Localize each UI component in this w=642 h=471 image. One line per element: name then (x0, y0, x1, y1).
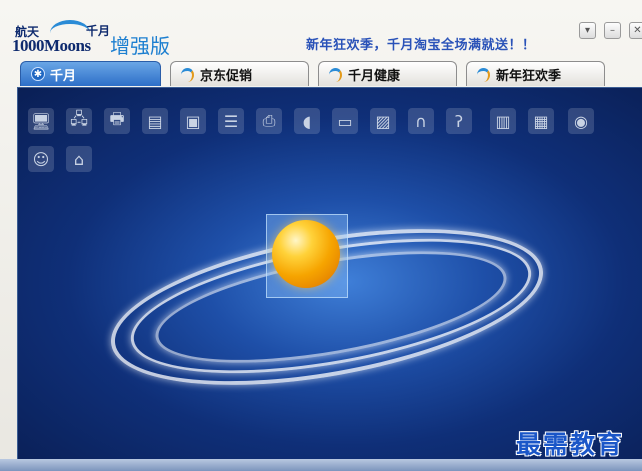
headset-icon[interactable]: ʔ (446, 108, 472, 134)
tab-qianyue[interactable]: ✱ 千月 (20, 61, 161, 86)
network-share-icon[interactable]: 🖧 (66, 108, 92, 134)
mouse-icon[interactable]: ◖ (294, 108, 320, 134)
menu-icon: ▾ (584, 25, 591, 36)
user-icon[interactable]: ☺ (28, 146, 54, 172)
network-computer-icon[interactable]: 🖥 (28, 108, 54, 134)
app-logo: 航天 千月 1000Moons 增强版 (12, 20, 172, 58)
close-button[interactable]: ✕ (629, 22, 642, 39)
swirl-icon (181, 67, 195, 82)
close-icon: ✕ (633, 25, 642, 36)
swirl-icon (477, 67, 491, 82)
device-icon[interactable]: ▣ (180, 108, 206, 134)
bluetooth-icon: ✱ (31, 67, 45, 81)
minimize-button[interactable]: – (604, 22, 621, 39)
main-panel: 🖥 🖧 🖶 ▤ ▣ ☰ ⎙ ◖ ▭ ▨ ∩ ʔ ▥ ▦ ◉ ☺ ⌂ (17, 87, 642, 461)
scanner-icon[interactable]: ▭ (332, 108, 358, 134)
file-icon[interactable]: ▥ (490, 108, 516, 134)
tab-label: 新年狂欢季 (496, 68, 562, 84)
tab-qianyue-health[interactable]: 千月健康 (318, 61, 457, 86)
watermark-text: 最需教育 (516, 430, 625, 459)
tab-jd-promo[interactable]: 京东促销 (170, 61, 309, 86)
network-printer-icon[interactable]: ⌂ (66, 146, 92, 172)
promo-banner[interactable]: 新年狂欢季，千月淘宝全场满就送！！ (306, 34, 536, 53)
orb-icon[interactable] (272, 220, 340, 288)
app-window: 航天 千月 1000Moons 增强版 新年狂欢季，千月淘宝全场满就送！！ ▾ … (0, 0, 642, 471)
tab-label: 千月 (50, 68, 77, 84)
logo-brand-text: 1000Moons (12, 36, 91, 55)
swirl-icon (329, 67, 343, 82)
folder-icon[interactable]: ▤ (142, 108, 168, 134)
file-share-icon[interactable]: ▦ (528, 108, 554, 134)
tab-new-year[interactable]: 新年狂欢季 (466, 61, 605, 86)
headphones-icon[interactable]: ∩ (408, 108, 434, 134)
document-icon[interactable]: ☰ (218, 108, 244, 134)
fax-icon[interactable]: ⎙ (256, 108, 282, 134)
disc-icon[interactable]: ◉ (568, 108, 594, 134)
edition-label: 增强版 (110, 34, 170, 58)
menu-button[interactable]: ▾ (579, 22, 596, 39)
minimize-icon: – (610, 25, 615, 36)
tab-label: 千月健康 (348, 68, 401, 84)
photo-icon[interactable]: ▨ (370, 108, 396, 134)
printer-icon[interactable]: 🖶 (104, 108, 130, 134)
tab-label: 京东促销 (200, 68, 253, 84)
